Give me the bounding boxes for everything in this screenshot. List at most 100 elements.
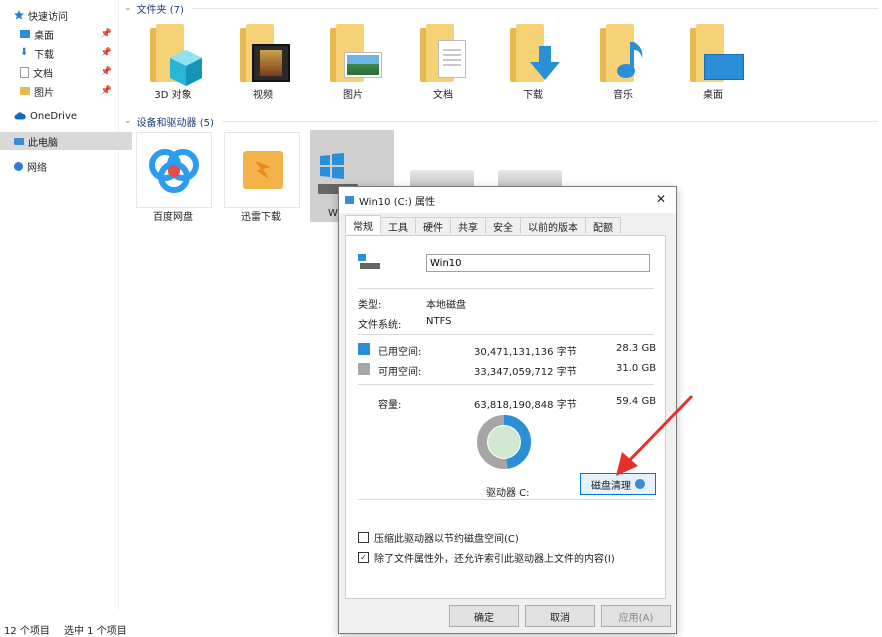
folder-label: 文档	[433, 90, 453, 101]
drive-baidu-netdisk[interactable]	[136, 132, 212, 208]
nav-this-pc-label: 此电脑	[28, 137, 58, 149]
close-icon[interactable]: ✕	[656, 192, 666, 206]
apply-button[interactable]: 应用(A)	[601, 605, 671, 627]
drive-label: 迅雷下载	[241, 212, 281, 223]
red-arrow-annotation	[616, 394, 694, 476]
music-note-icon	[596, 22, 650, 82]
baidu-netdisk-icon	[149, 149, 199, 193]
drive-name-input[interactable]	[426, 254, 650, 272]
group-title: 文件夹 (7)	[136, 4, 184, 16]
folder-documents[interactable]: 文档	[408, 22, 478, 101]
picture-folder-icon	[20, 87, 30, 95]
capacity-label: 容量:	[378, 400, 402, 411]
nav-quick-access[interactable]: 快速访问	[0, 6, 132, 24]
drive-xunlei-download[interactable]	[224, 132, 300, 208]
tab-sharing[interactable]: 共享	[450, 217, 486, 234]
nav-item-desktop[interactable]: 桌面 📌	[0, 25, 118, 43]
index-content-label: 除了文件属性外，还允许索引此驱动器上文件的内容(I)	[374, 554, 615, 565]
folders-group-header[interactable]: ⌄ 文件夹 (7)	[124, 2, 878, 16]
tab-security[interactable]: 安全	[485, 217, 521, 234]
tab-quota[interactable]: 配额	[585, 217, 621, 234]
drive-label: W	[328, 208, 338, 219]
xunlei-folder-icon	[243, 151, 283, 189]
folder-3d-objects[interactable]: 3D 对象	[138, 22, 208, 101]
download-arrow-icon	[506, 22, 560, 82]
desktop-folder-icon	[20, 30, 30, 38]
nav-onedrive[interactable]: OneDrive	[0, 107, 132, 125]
folder-label: 3D 对象	[154, 90, 192, 101]
chevron-down-icon: ⌄	[124, 3, 132, 13]
free-space-bytes: 33,347,059,712 字节	[474, 367, 577, 378]
folder-pictures[interactable]: 图片	[318, 22, 388, 101]
desktop-icon	[686, 22, 744, 82]
drive-title-icon	[345, 196, 354, 204]
chevron-down-icon: ⌄	[124, 116, 132, 126]
tab-general[interactable]: 常规	[345, 215, 381, 234]
folder-music[interactable]: 音乐	[588, 22, 658, 101]
used-space-bytes: 30,471,131,136 字节	[474, 347, 577, 358]
free-space-label: 可用空间:	[378, 367, 422, 378]
nav-network-label: 网络	[27, 162, 47, 174]
drives-group-header[interactable]: ⌄ 设备和驱动器 (5)	[124, 115, 878, 129]
nav-item-pictures[interactable]: 图片 📌	[0, 82, 118, 100]
nav-item-documents[interactable]: 文档 📌	[0, 63, 118, 81]
free-space-gb: 31.0 GB	[616, 363, 657, 374]
drive-letter-label: 驱动器 C:	[486, 488, 530, 499]
nav-network[interactable]: 网络	[0, 157, 132, 175]
nav-item-label: 下载	[34, 49, 54, 61]
used-space-label: 已用空间:	[378, 347, 422, 358]
index-content-checkbox[interactable]: ✓ 除了文件属性外，还允许索引此驱动器上文件的内容(I)	[358, 550, 615, 565]
drive-label: 百度网盘	[153, 212, 193, 223]
navigation-pane: 快速访问 桌面 📌 ⬇ 下载 📌 文档 📌 图片 📌 OneDrive 此电脑 …	[0, 0, 132, 610]
ok-button[interactable]: 确定	[449, 605, 519, 627]
nav-item-label: 图片	[34, 87, 54, 99]
compress-drive-label: 压缩此驱动器以节约磁盘空间(C)	[374, 534, 519, 545]
type-label: 类型:	[358, 300, 382, 311]
pin-icon: 📌	[100, 86, 112, 96]
dialog-tabs: 常规 工具 硬件 共享 安全 以前的版本 配额	[345, 215, 621, 235]
nav-this-pc[interactable]: 此电脑	[0, 132, 132, 150]
dialog-titlebar[interactable]: Win10 (C:) 属性 ✕	[339, 187, 676, 213]
nav-item-label: 文档	[33, 68, 53, 80]
cloud-icon	[14, 112, 26, 120]
tab-hardware[interactable]: 硬件	[415, 217, 451, 234]
compress-drive-checkbox[interactable]: 压缩此驱动器以节约磁盘空间(C)	[358, 530, 519, 545]
disk-usage-donut	[477, 415, 531, 469]
filesystem-label: 文件系统:	[358, 320, 402, 331]
pin-icon: 📌	[100, 29, 112, 39]
tab-previous-versions[interactable]: 以前的版本	[520, 217, 586, 234]
picture-icon	[326, 22, 382, 82]
nav-item-label: 桌面	[34, 30, 54, 42]
checkbox-box	[358, 532, 369, 543]
nav-quick-access-label: 快速访问	[28, 11, 68, 23]
windows-logo-icon	[320, 153, 344, 179]
folder-label: 桌面	[703, 90, 723, 101]
star-icon	[14, 10, 24, 20]
type-value: 本地磁盘	[426, 300, 466, 311]
used-space-swatch	[358, 343, 370, 355]
folder-desktop[interactable]: 桌面	[678, 22, 748, 101]
free-space-swatch	[358, 363, 370, 375]
cube-icon	[146, 22, 202, 86]
folder-downloads[interactable]: 下载	[498, 22, 568, 101]
folder-label: 视频	[253, 90, 273, 101]
group-title: 设备和驱动器 (5)	[136, 117, 214, 129]
film-icon	[236, 22, 290, 82]
status-selected-count: 选中 1 个项目	[64, 626, 127, 637]
pin-icon: 📌	[100, 48, 112, 58]
folder-label: 音乐	[613, 90, 633, 101]
nav-item-downloads[interactable]: ⬇ 下载 📌	[0, 44, 118, 62]
document-folder-icon	[20, 66, 29, 78]
folder-label: 图片	[343, 90, 363, 101]
document-icon	[416, 22, 470, 82]
drive-icon	[358, 254, 380, 270]
used-space-gb: 28.3 GB	[616, 343, 657, 354]
tab-tools[interactable]: 工具	[380, 217, 416, 234]
download-folder-icon: ⬇	[20, 47, 29, 58]
cancel-button[interactable]: 取消	[525, 605, 595, 627]
folder-videos[interactable]: 视频	[228, 22, 298, 101]
nav-onedrive-label: OneDrive	[30, 110, 78, 122]
checkbox-box: ✓	[358, 552, 369, 563]
dialog-title: Win10 (C:) 属性	[359, 196, 436, 208]
pin-icon: 📌	[100, 67, 112, 77]
